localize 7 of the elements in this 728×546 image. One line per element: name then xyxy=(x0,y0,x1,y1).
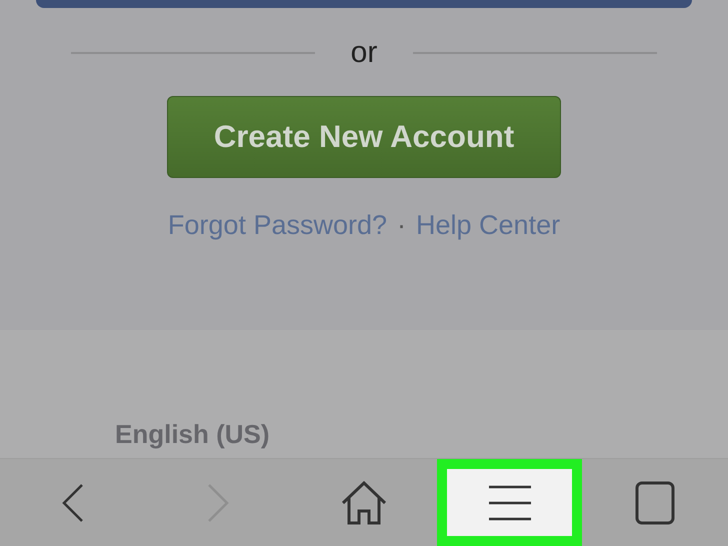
create-account-button[interactable]: Create New Account xyxy=(167,96,561,178)
link-separator: · xyxy=(397,210,406,241)
text-link[interactable]: Forgot Password? xyxy=(168,210,388,241)
language-link[interactable]: English (US) xyxy=(115,419,270,450)
highlighted-toolbar-button[interactable] xyxy=(436,459,582,546)
text-link[interactable]: Help Center xyxy=(416,210,560,241)
divider-text: or xyxy=(350,36,378,70)
